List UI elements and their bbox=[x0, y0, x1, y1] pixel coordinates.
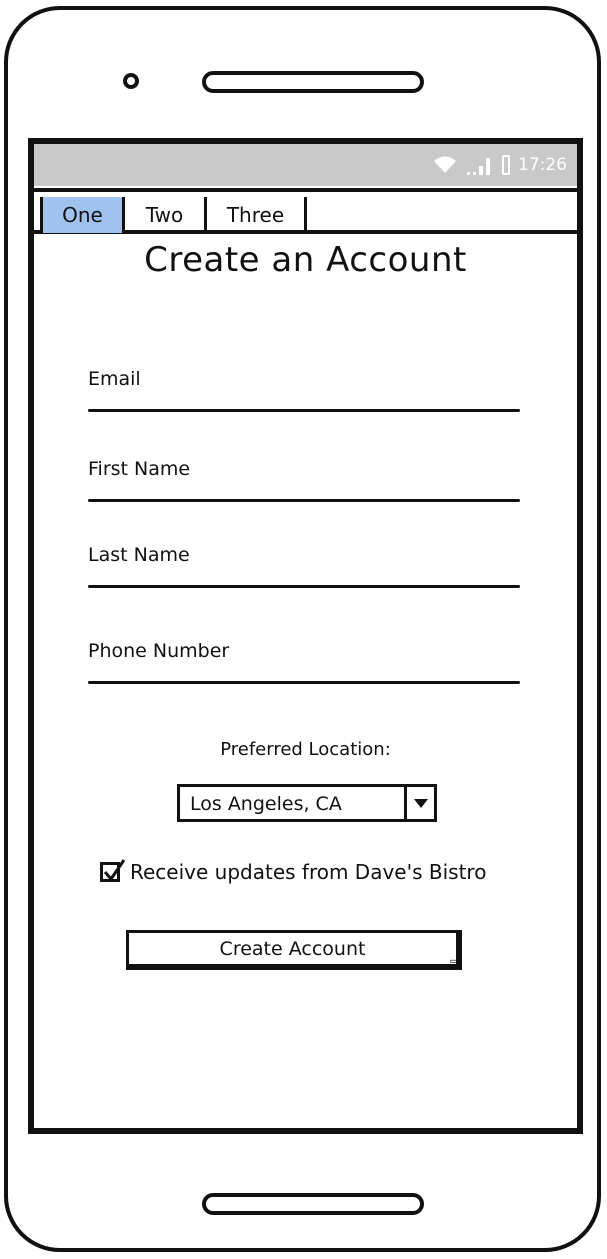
email-underline bbox=[88, 409, 520, 412]
last-name-underline bbox=[88, 585, 520, 588]
updates-checkbox-row[interactable]: Receive updates from Dave's Bistro bbox=[100, 858, 486, 886]
tab-two[interactable]: Two bbox=[125, 197, 207, 233]
tab-bar: One Two Three bbox=[34, 188, 577, 234]
phone-number-label: Phone Number bbox=[88, 640, 230, 662]
battery-icon bbox=[502, 155, 510, 175]
phone-number-field[interactable]: Phone Number bbox=[88, 640, 520, 684]
create-account-button[interactable]: Create Account ⇨ bbox=[126, 930, 462, 970]
email-field[interactable]: Email bbox=[88, 368, 520, 412]
first-name-field[interactable]: First Name bbox=[88, 458, 520, 502]
location-select-value: Los Angeles, CA bbox=[190, 793, 342, 815]
first-name-underline bbox=[88, 499, 520, 502]
wifi-icon bbox=[434, 156, 456, 173]
email-label: Email bbox=[88, 368, 141, 390]
updates-checkbox[interactable] bbox=[100, 859, 126, 882]
status-time: 17:26 bbox=[518, 155, 567, 175]
speaker-grille bbox=[202, 71, 424, 93]
last-name-field[interactable]: Last Name bbox=[88, 544, 520, 588]
location-dropdown-button[interactable] bbox=[404, 787, 434, 819]
pointer-icon: ⇨ bbox=[449, 954, 460, 968]
updates-checkbox-label: Receive updates from Dave's Bistro bbox=[130, 860, 487, 884]
status-icons: 17:26 bbox=[432, 152, 567, 178]
signal-icon bbox=[467, 158, 490, 175]
page-title: Create an Account bbox=[144, 240, 467, 280]
checkmark-icon bbox=[103, 859, 126, 882]
tab-one[interactable]: One bbox=[40, 197, 125, 233]
phone-number-underline bbox=[88, 681, 520, 684]
first-name-label: First Name bbox=[88, 458, 191, 480]
last-name-label: Last Name bbox=[88, 544, 190, 566]
status-bar: 17:26 bbox=[34, 144, 577, 186]
camera-icon bbox=[123, 73, 139, 89]
screen: 17:26 One Two Three Create an Account Em… bbox=[28, 138, 583, 1134]
chevron-down-icon bbox=[413, 798, 428, 808]
preferred-location-label: Preferred Location: bbox=[220, 739, 391, 760]
home-button[interactable] bbox=[202, 1193, 424, 1215]
location-select[interactable]: Los Angeles, CA bbox=[177, 784, 437, 822]
tab-three[interactable]: Three bbox=[207, 197, 307, 233]
create-account-label: Create Account bbox=[219, 937, 366, 960]
